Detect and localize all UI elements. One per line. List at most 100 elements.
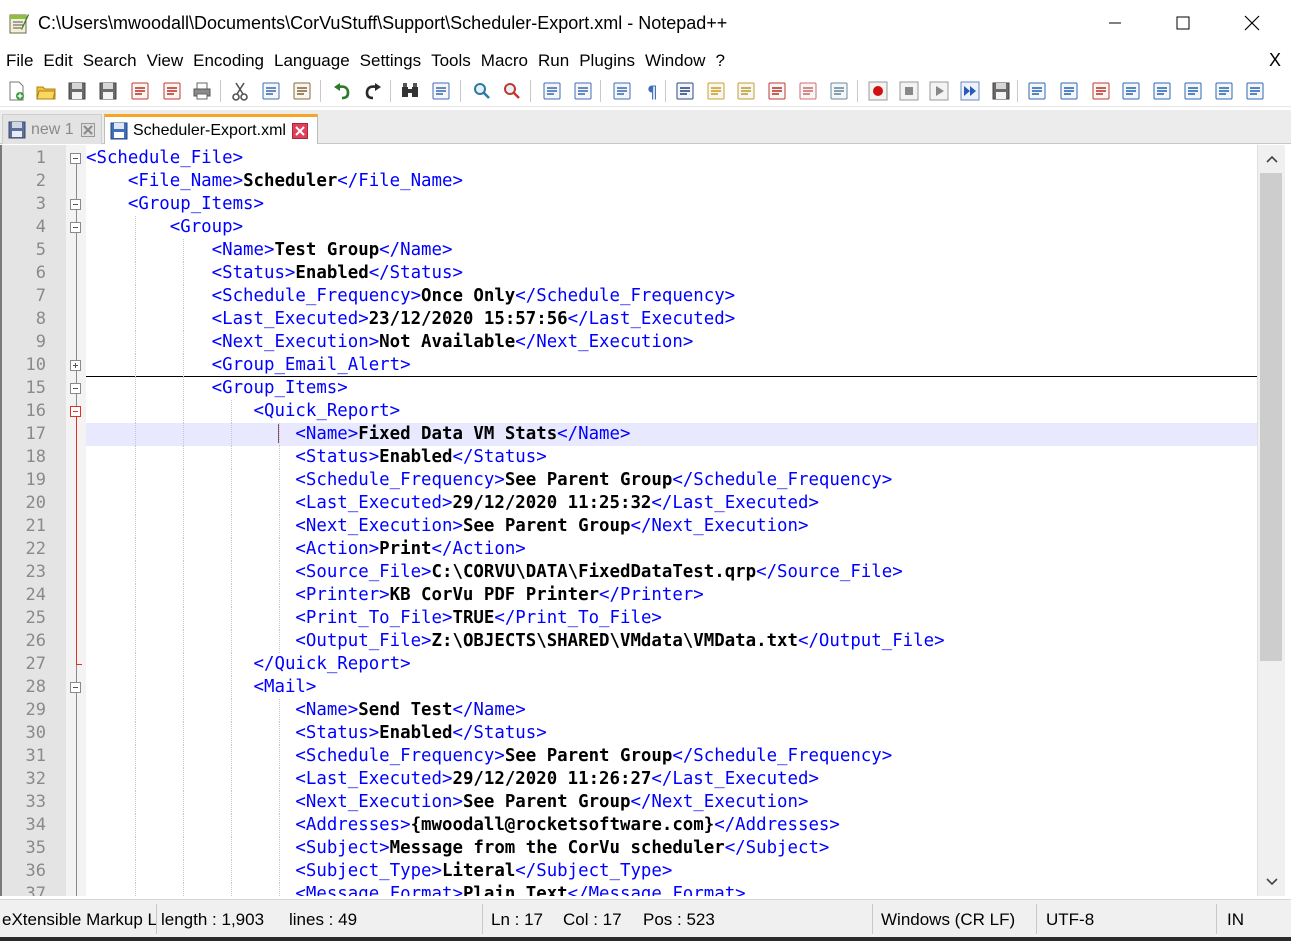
code-line[interactable]: <Quick_Report> <box>86 400 1259 423</box>
status-encoding[interactable]: UTF-8 <box>1046 910 1094 930</box>
menu-plugins[interactable]: Plugins <box>575 48 639 74</box>
find-icon[interactable] <box>398 79 422 103</box>
print-icon[interactable] <box>190 79 214 103</box>
code-line[interactable]: <File_Name>Scheduler</File_Name> <box>86 170 1259 193</box>
code-area[interactable]: <Schedule_File> <File_Name>Scheduler</Fi… <box>86 145 1259 896</box>
code-line[interactable]: <Schedule_Frequency>See Parent Group</Sc… <box>86 469 1259 492</box>
plugin-3-icon[interactable] <box>1089 79 1113 103</box>
code-line[interactable]: <Subject>Message from the CorVu schedule… <box>86 837 1259 860</box>
open-file-icon[interactable] <box>34 79 58 103</box>
save-all-icon[interactable] <box>96 79 120 103</box>
code-line[interactable]: <Status>Enabled</Status> <box>86 262 1259 285</box>
fold-margin[interactable] <box>66 145 86 896</box>
close-icon[interactable] <box>128 79 152 103</box>
code-line[interactable]: <Last_Executed>29/12/2020 11:25:32</Last… <box>86 492 1259 515</box>
save-icon[interactable] <box>65 79 89 103</box>
plugin-6-icon[interactable] <box>1181 79 1205 103</box>
fold-collapse-icon[interactable] <box>70 406 81 417</box>
fold-collapse-icon[interactable] <box>70 682 81 693</box>
code-line[interactable]: <Next_Execution>See Parent Group</Next_E… <box>86 791 1259 814</box>
plugin-5-icon[interactable] <box>1150 79 1174 103</box>
word-wrap-icon[interactable] <box>610 79 634 103</box>
code-line[interactable]: <Output_File>Z:\OBJECTS\SHARED\VMdata\VM… <box>86 630 1259 653</box>
status-eol[interactable]: Windows (CR LF) <box>881 910 1015 930</box>
menu-window[interactable]: Window <box>641 48 709 74</box>
close-all-icon[interactable] <box>160 79 184 103</box>
code-line[interactable]: <Name>Send Test</Name> <box>86 699 1259 722</box>
zoom-out-icon[interactable] <box>500 79 524 103</box>
menu-macro[interactable]: Macro <box>477 48 532 74</box>
show-all-chars-icon[interactable]: ¶ <box>641 79 665 103</box>
fold-collapse-icon[interactable] <box>70 383 81 394</box>
user-language-icon[interactable] <box>704 79 728 103</box>
new-file-icon[interactable] <box>5 79 29 103</box>
code-line[interactable]: <Name>Fixed Data VM Stats</Name> <box>86 423 1259 446</box>
code-line[interactable]: <Addresses>{mwoodall@rocketsoftware.com}… <box>86 814 1259 837</box>
menu-search[interactable]: Search <box>79 48 141 74</box>
code-line[interactable]: <Print_To_File>TRUE</Print_To_File> <box>86 607 1259 630</box>
editor[interactable]: 1 2 3 4 5 6 7 8 9 10 15 16 17 18 19 20 21 22 23 24 25 26 27 28 2… <box>0 145 1291 896</box>
plugin-4-icon[interactable] <box>1119 79 1143 103</box>
plugin-7-icon[interactable] <box>1212 79 1236 103</box>
scroll-up-button[interactable] <box>1258 145 1286 173</box>
code-line[interactable]: <Status>Enabled</Status> <box>86 722 1259 745</box>
code-line[interactable]: <Action>Print</Action> <box>86 538 1259 561</box>
stop-macro-icon[interactable] <box>897 79 921 103</box>
paste-icon[interactable] <box>290 79 314 103</box>
copy-icon[interactable] <box>259 79 283 103</box>
redo-icon[interactable] <box>361 79 385 103</box>
plugin-8-icon[interactable] <box>1243 79 1267 103</box>
minimize-button[interactable] <box>1080 0 1150 46</box>
menu-settings[interactable]: Settings <box>356 48 425 74</box>
fold-collapse-icon[interactable] <box>70 222 81 233</box>
sync-vertical-icon[interactable] <box>540 79 564 103</box>
menu-run[interactable]: Run <box>534 48 573 74</box>
sync-horizontal-icon[interactable] <box>571 79 595 103</box>
save-macro-icon[interactable] <box>989 79 1013 103</box>
record-macro-icon[interactable] <box>866 79 890 103</box>
vertical-scrollbar[interactable] <box>1257 145 1285 896</box>
indent-guide-icon[interactable] <box>673 79 697 103</box>
code-line[interactable]: <Schedule_Frequency>See Parent Group</Sc… <box>86 745 1259 768</box>
code-line[interactable]: <Schedule_Frequency>Once Only</Schedule_… <box>86 285 1259 308</box>
folder-workspace-icon[interactable] <box>796 79 820 103</box>
monitoring-icon[interactable] <box>827 79 851 103</box>
menu-encoding[interactable]: Encoding <box>189 48 268 74</box>
menu-file[interactable]: File <box>2 48 37 74</box>
code-line[interactable]: <Source_File>C:\CORVU\DATA\FixedDataTest… <box>86 561 1259 584</box>
menu-help[interactable]: ? <box>711 48 728 74</box>
code-line[interactable]: </Quick_Report> <box>86 653 1259 676</box>
menu-view[interactable]: View <box>143 48 188 74</box>
code-line[interactable]: <Schedule_File> <box>86 147 1259 170</box>
code-line[interactable]: <Group_Items> <box>86 377 1259 400</box>
code-line[interactable]: <Name>Test Group</Name> <box>86 239 1259 262</box>
code-line[interactable]: <Next_Execution>See Parent Group</Next_E… <box>86 515 1259 538</box>
close-window-button[interactable] <box>1217 0 1287 46</box>
code-line[interactable]: <Last_Executed>29/12/2020 11:26:27</Last… <box>86 768 1259 791</box>
plugin-2-icon[interactable] <box>1057 79 1081 103</box>
plugin-1-icon[interactable] <box>1025 79 1049 103</box>
document-map-icon[interactable] <box>734 79 758 103</box>
code-line[interactable]: <Message_Format>Plain Text</Message_Form… <box>86 883 1259 896</box>
fold-collapse-icon[interactable] <box>70 153 81 164</box>
menu-language[interactable]: Language <box>270 48 354 74</box>
menu-edit[interactable]: Edit <box>39 48 76 74</box>
replace-icon[interactable] <box>429 79 453 103</box>
fold-collapse-icon[interactable] <box>70 199 81 210</box>
scroll-down-button[interactable] <box>1258 868 1286 896</box>
zoom-in-icon[interactable] <box>470 79 494 103</box>
tab-close-icon[interactable] <box>80 122 96 138</box>
code-line[interactable]: <Mail> <box>86 676 1259 699</box>
tab-close-icon[interactable] <box>291 122 308 139</box>
tab-scheduler-export[interactable]: Scheduler-Export.xml <box>104 114 318 144</box>
play-macro-icon[interactable] <box>927 79 951 103</box>
code-line[interactable]: <Last_Executed>23/12/2020 15:57:56</Last… <box>86 308 1259 331</box>
code-line[interactable]: <Group_Items> <box>86 193 1259 216</box>
function-list-icon[interactable] <box>765 79 789 103</box>
code-line[interactable]: <Printer>KB CorVu PDF Printer</Printer> <box>86 584 1259 607</box>
maximize-button[interactable] <box>1148 0 1218 46</box>
code-line[interactable]: <Subject_Type>Literal</Subject_Type> <box>86 860 1259 883</box>
undo-icon[interactable] <box>330 79 354 103</box>
cut-icon[interactable] <box>228 79 252 103</box>
close-document-button[interactable]: X <box>1269 50 1281 71</box>
